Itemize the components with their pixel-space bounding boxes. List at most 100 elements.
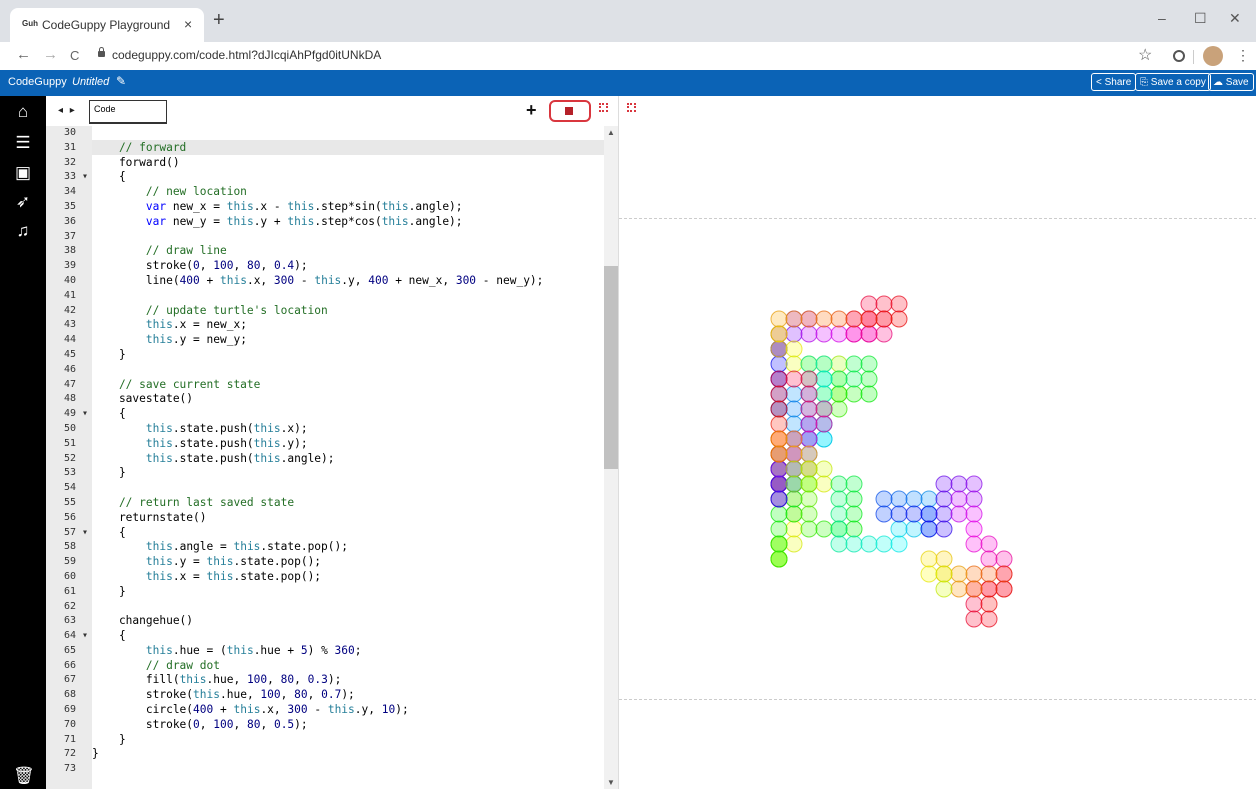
code-line[interactable]: this.x = new_x;	[92, 318, 543, 333]
code-line[interactable]: stroke(this.hue, 100, 80, 0.7);	[92, 688, 543, 703]
sketch-canvas[interactable]	[619, 218, 1256, 700]
code-line[interactable]: this.y = new_y;	[92, 333, 543, 348]
line-number: 47	[64, 378, 77, 390]
code-line[interactable]: }	[92, 747, 543, 762]
turtle-dot	[980, 565, 998, 583]
code-line[interactable]: // return last saved state	[92, 496, 543, 511]
expand-output-icon[interactable]	[627, 103, 636, 112]
browser-tab[interactable]: Guh CodeGuppy Playground ×	[10, 8, 204, 42]
code-line[interactable]: returnstate()	[92, 511, 543, 526]
code-line[interactable]: this.state.push(this.angle);	[92, 452, 543, 467]
code-line[interactable]: {	[92, 407, 543, 422]
line-number: 72	[64, 748, 77, 760]
turtle-dot	[935, 550, 953, 568]
rocket-icon[interactable]: ➶	[13, 192, 33, 212]
code-line[interactable]: stroke(0, 100, 80, 0.5);	[92, 718, 543, 733]
code-line[interactable]: this.angle = this.state.pop();	[92, 540, 543, 555]
code-line[interactable]: savestate()	[92, 392, 543, 407]
save-copy-button[interactable]: ⎘ Save a copy	[1135, 73, 1211, 91]
turtle-dot	[965, 565, 983, 583]
save-button[interactable]: ☁ Save	[1208, 73, 1254, 91]
code-line[interactable]: this.y = this.state.pop();	[92, 555, 543, 570]
turtle-dot	[770, 310, 788, 328]
panel-arrows-icon[interactable]: ◂ ▸	[58, 105, 77, 116]
code-line[interactable]	[92, 363, 543, 378]
code-line[interactable]: // save current state	[92, 378, 543, 393]
code-line[interactable]	[92, 762, 543, 777]
new-tab-button[interactable]: +	[213, 10, 225, 30]
code-line[interactable]	[92, 481, 543, 496]
image-icon[interactable]: ▣	[13, 163, 33, 183]
music-icon[interactable]: ♫	[13, 221, 33, 241]
code-line[interactable]: line(400 + this.x, 300 - this.y, 400 + n…	[92, 274, 544, 289]
code-line[interactable]: stroke(0, 100, 80, 0.4);	[92, 259, 543, 274]
scroll-thumb[interactable]	[604, 266, 618, 469]
code-line[interactable]: // draw line	[92, 244, 543, 259]
code-line[interactable]: // forward	[92, 141, 543, 156]
minimize-button[interactable]: –	[1158, 10, 1166, 26]
bookmark-star-icon[interactable]: ☆	[1138, 45, 1152, 65]
turtle-dot	[845, 490, 863, 508]
code-line[interactable]: {	[92, 170, 543, 185]
code-line[interactable]: {	[92, 526, 543, 541]
code-line[interactable]: }	[92, 348, 543, 363]
line-number: 53	[64, 467, 77, 479]
back-icon[interactable]: ←	[16, 46, 31, 63]
code-line[interactable]: fill(this.hue, 100, 80, 0.3);	[92, 673, 543, 688]
code-line[interactable]: }	[92, 733, 543, 748]
maximize-button[interactable]: ☐	[1194, 10, 1207, 27]
turtle-dot	[965, 475, 983, 493]
app-name[interactable]: CodeGuppy	[8, 76, 67, 88]
scroll-down-icon[interactable]: ▼	[607, 778, 615, 787]
code-line[interactable]	[92, 289, 543, 304]
avatar[interactable]	[1203, 46, 1223, 66]
line-number: 45	[64, 348, 77, 360]
forward-icon[interactable]: →	[43, 46, 58, 63]
code-line[interactable]: // draw dot	[92, 659, 543, 674]
url-field[interactable]: codeguppy.com/code.html?dJIcqiAhPfgd0itU…	[112, 48, 381, 62]
code-line[interactable]: this.state.push(this.y);	[92, 437, 543, 452]
line-number: 46	[64, 363, 77, 375]
editor-scrollbar[interactable]: ▲ ▼	[604, 126, 618, 789]
turtle-dot	[890, 490, 908, 508]
code-line[interactable]: {	[92, 629, 543, 644]
code-line[interactable]: }	[92, 585, 543, 600]
code-line[interactable]: this.x = this.state.pop();	[92, 570, 543, 585]
code-line[interactable]: var new_y = this.y + this.step*cos(this.…	[92, 215, 543, 230]
code-line[interactable]	[92, 230, 543, 245]
turtle-dot	[965, 610, 983, 628]
expand-editor-icon[interactable]	[599, 103, 608, 112]
extension-icon[interactable]	[1173, 50, 1185, 62]
code-line[interactable]	[92, 600, 543, 615]
turtle-dot	[920, 505, 938, 523]
stop-button[interactable]	[549, 100, 591, 122]
close-window-button[interactable]: ✕	[1229, 10, 1241, 27]
code-line[interactable]	[92, 126, 543, 141]
code-line[interactable]: // new location	[92, 185, 543, 200]
share-button[interactable]: < Share	[1091, 73, 1137, 91]
code-line[interactable]: }	[92, 466, 543, 481]
tab-code[interactable]: Code	[89, 100, 167, 124]
menu-icon[interactable]: ☰	[13, 133, 33, 153]
code-line[interactable]: var new_x = this.x - this.step*sin(this.…	[92, 200, 543, 215]
reload-icon[interactable]: C	[70, 48, 79, 63]
line-number: 37	[64, 230, 77, 242]
code-line[interactable]: forward()	[92, 156, 543, 171]
code-line[interactable]: circle(400 + this.x, 300 - this.y, 10);	[92, 703, 543, 718]
code-line[interactable]: // update turtle's location	[92, 304, 543, 319]
turtle-dot	[935, 580, 953, 598]
turtle-dot	[815, 415, 833, 433]
browser-menu-icon[interactable]: ⋮	[1236, 47, 1250, 64]
pencil-icon[interactable]: ✎	[116, 74, 126, 88]
trash-icon[interactable]: 🗑	[13, 766, 35, 786]
scroll-up-icon[interactable]: ▲	[607, 128, 615, 137]
code-line[interactable]: this.hue = (this.hue + 5) % 360;	[92, 644, 543, 659]
code-lines[interactable]: // forward forward() { // new location v…	[92, 126, 543, 777]
add-file-button[interactable]: +	[526, 100, 537, 121]
document-title[interactable]: Untitled	[72, 76, 109, 88]
code-line[interactable]: this.state.push(this.x);	[92, 422, 543, 437]
code-line[interactable]: changehue()	[92, 614, 543, 629]
code-editor[interactable]: // forward forward() { // new location v…	[92, 126, 604, 789]
tab-close-icon[interactable]: ×	[184, 16, 192, 32]
home-icon[interactable]: ⌂	[13, 102, 33, 122]
